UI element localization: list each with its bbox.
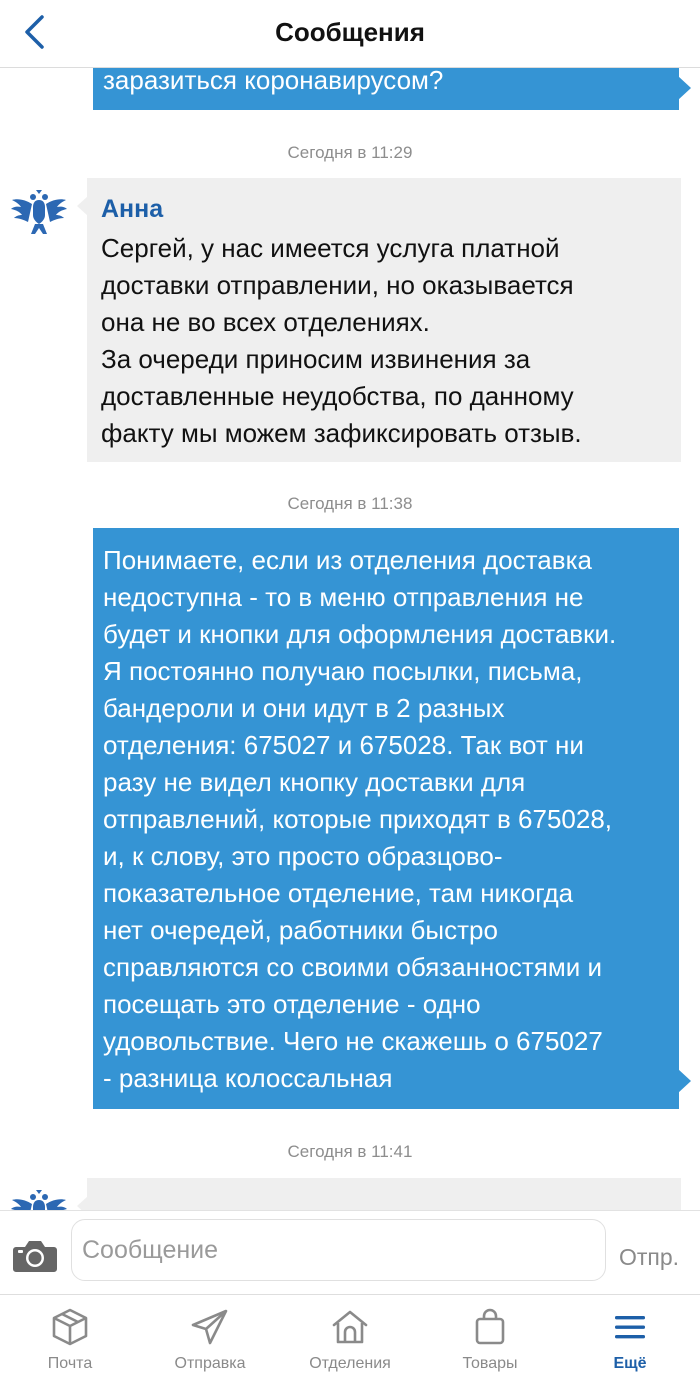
- tab-pochta[interactable]: Почта: [0, 1295, 140, 1383]
- tab-otdeleniya[interactable]: Отделения: [280, 1295, 420, 1383]
- message-text: заразиться коронавирусом?: [103, 68, 444, 95]
- tab-label: Отделения: [309, 1355, 391, 1372]
- nav-header: Сообщения: [0, 0, 700, 68]
- tab-eshche[interactable]: Ещё: [560, 1295, 700, 1383]
- tab-otpravka[interactable]: Отправка: [140, 1295, 280, 1383]
- message-text: Понимаете, если из отделения доставка не…: [103, 545, 617, 1093]
- package-icon: [52, 1308, 88, 1346]
- russian-post-eagle-icon: [11, 1190, 67, 1210]
- menu-icon: [615, 1316, 645, 1339]
- page-title: Сообщения: [275, 17, 425, 47]
- tab-tovary[interactable]: Товары: [420, 1295, 560, 1383]
- paper-plane-icon: [191, 1309, 228, 1345]
- send-button[interactable]: Отпр.: [619, 1244, 679, 1271]
- russian-post-eagle-icon: [11, 190, 67, 234]
- camera-icon[interactable]: [12, 1235, 58, 1275]
- message-text: Сергей, у нас имеется услуга платной дос…: [101, 233, 582, 448]
- message-timestamp: Сегодня в 11:41: [287, 1142, 413, 1161]
- tab-label: Ещё: [613, 1355, 647, 1372]
- message-composer: Отпр.: [0, 1210, 700, 1294]
- message-bubble-outgoing[interactable]: заразиться коронавирусом?: [93, 68, 691, 110]
- shopping-bag-icon: [475, 1308, 505, 1345]
- message-timestamp: Сегодня в 11:29: [287, 143, 413, 162]
- message-bubble-incoming[interactable]: Анна Сергей, у нас имеется услуга платно…: [77, 178, 681, 462]
- message-input[interactable]: [71, 1219, 606, 1281]
- tab-label: Отправка: [174, 1355, 246, 1372]
- message-bubble-incoming[interactable]: [77, 1178, 681, 1210]
- bottom-tab-bar: Почта Отправка Отделения Товары Ещё: [0, 1294, 700, 1383]
- tab-label: Почта: [47, 1355, 93, 1372]
- post-office-icon: [332, 1310, 368, 1344]
- tab-label: Товары: [462, 1355, 518, 1372]
- message-bubble-outgoing[interactable]: Понимаете, если из отделения доставка не…: [93, 528, 691, 1109]
- message-list[interactable]: заразиться коронавирусом? Сегодня в 11:2…: [0, 68, 700, 1210]
- message-timestamp: Сегодня в 11:38: [287, 494, 413, 513]
- sender-name: Анна: [101, 195, 164, 223]
